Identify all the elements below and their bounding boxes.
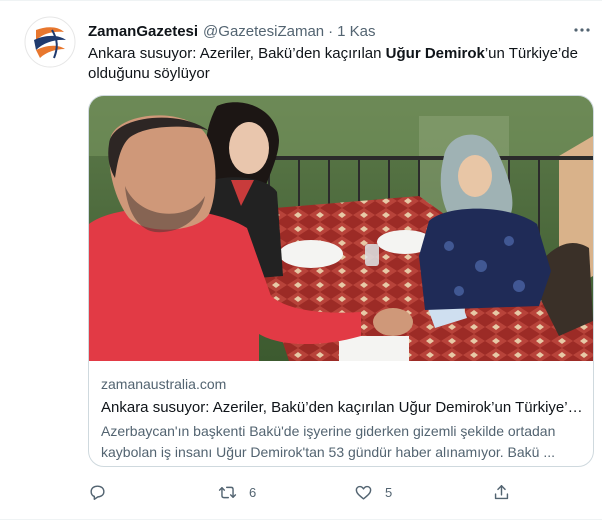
like-count: 5 (385, 484, 393, 500)
link-card[interactable]: zamanaustralia.com Ankara susuyor: Azeri… (88, 95, 594, 467)
like-button[interactable]: 5 (354, 478, 392, 506)
display-name[interactable]: ZamanGazetesi (88, 23, 198, 40)
action-bar: 6 5 (88, 478, 518, 506)
retweet-count: 6 (249, 484, 257, 500)
reply-icon (90, 484, 105, 500)
heart-icon (355, 485, 372, 500)
tweet-text-mention: Uğur Demirok (385, 45, 485, 62)
card-photo (89, 96, 593, 361)
retweet-button[interactable]: 6 (218, 478, 256, 506)
tweet-header: ZamanGazetesi @GazetesiZaman · 1 Kas (88, 20, 376, 42)
divider (0, 0, 602, 1)
share-button[interactable] (492, 478, 511, 506)
card-title: Ankara susuyor: Azeriler, Bakü’den kaçır… (101, 399, 585, 416)
card-domain: zamanaustralia.com (101, 376, 227, 392)
timestamp[interactable]: 1 Kas (337, 23, 375, 40)
retweet-icon (218, 486, 237, 498)
reply-button[interactable] (88, 478, 119, 506)
separator-dot: · (328, 22, 334, 40)
tweet-text: Ankara susuyor: Azeriler, Bakü’den kaçır… (88, 44, 588, 84)
share-icon (494, 484, 509, 499)
card-description: Azerbaycan'ın başkenti Bakü'de işyerine … (101, 423, 556, 460)
avatar[interactable] (24, 16, 76, 68)
user-handle[interactable]: @GazetesiZaman (203, 23, 324, 40)
tweet-text-before: Ankara susuyor: Azeriler, Bakü’den kaçır… (88, 45, 386, 62)
tweet-article[interactable]: ZamanGazetesi @GazetesiZaman · 1 Kas Ank… (0, 0, 602, 520)
more-icon[interactable] (570, 18, 594, 42)
card-image[interactable] (89, 96, 593, 361)
card-meta[interactable]: zamanaustralia.com Ankara susuyor: Azeri… (101, 374, 585, 463)
zaman-logo-icon (24, 16, 76, 68)
